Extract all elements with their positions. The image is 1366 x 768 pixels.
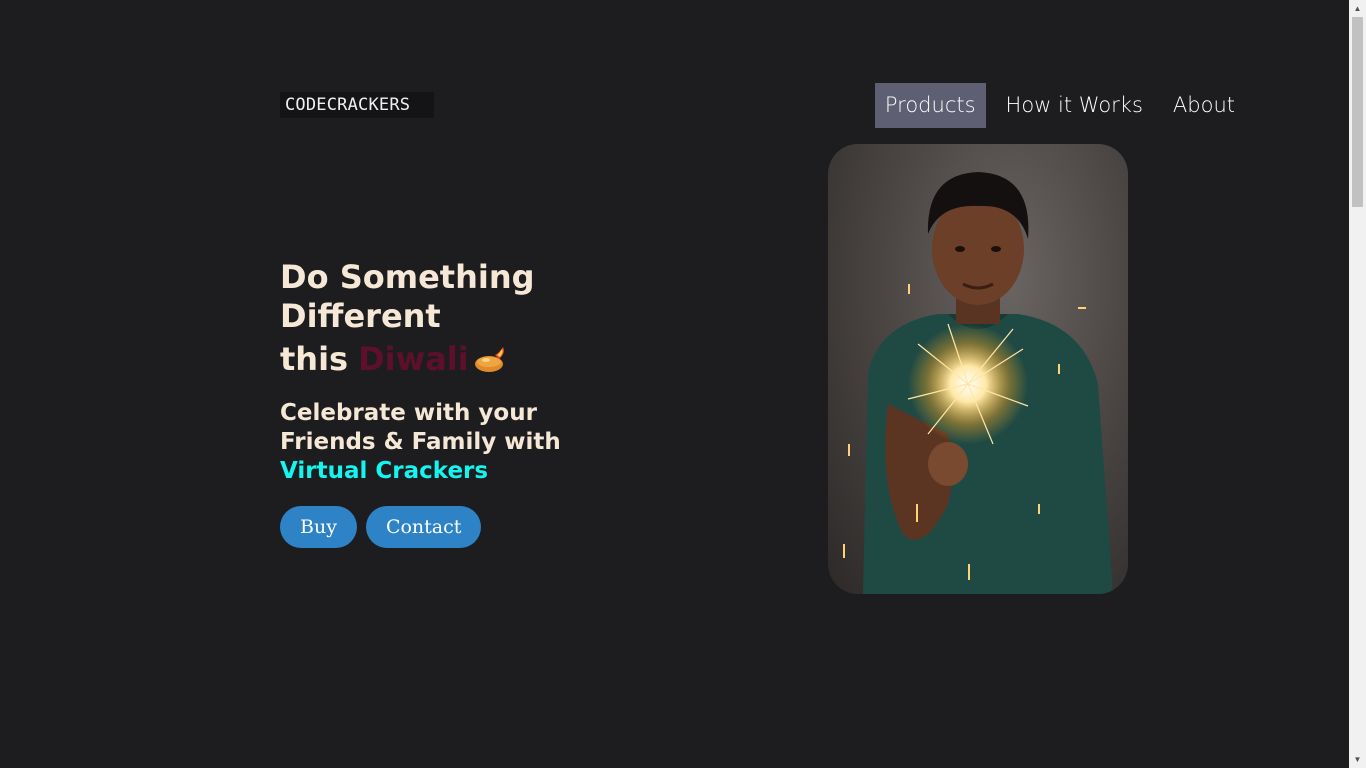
hero-subtitle: Celebrate with your Friends & Family wit…	[280, 399, 580, 486]
contact-button[interactable]: Contact	[365, 506, 482, 548]
subtitle-accent: Virtual Crackers	[280, 458, 489, 484]
subtitle-line2: Friends & Family with	[280, 429, 561, 455]
hero-title-line2: Different	[280, 297, 441, 335]
hero-title: Do Something Different this Diwali	[280, 258, 600, 379]
nav-about[interactable]: About	[1163, 83, 1245, 128]
logo-text: CODECRACKERS	[285, 95, 411, 115]
hero-buttons: Buy Contact	[280, 506, 490, 548]
nav-how-it-works[interactable]: How it Works	[996, 83, 1153, 128]
hero-title-line1: Do Something	[280, 258, 535, 296]
hero-title-line3: this Diwali	[280, 340, 600, 379]
scroll-down-arrow-icon[interactable]: ▼	[1349, 751, 1366, 768]
boy-with-sparkler-image	[843, 172, 1113, 594]
diya-lamp-icon	[473, 345, 507, 375]
subtitle-line1: Celebrate with your	[280, 400, 537, 426]
hero-title-highlight: Diwali	[358, 340, 469, 378]
main-nav: Products How it Works About	[865, 83, 1245, 128]
buy-button[interactable]: Buy	[280, 506, 357, 548]
nav-products[interactable]: Products	[874, 83, 986, 128]
scrollbar-thumb[interactable]	[1352, 17, 1363, 207]
hero-title-prefix: this	[280, 340, 349, 378]
site-logo[interactable]: CODECRACKERS	[280, 92, 434, 118]
scroll-up-arrow-icon[interactable]: ▲	[1349, 0, 1366, 17]
hero-photo	[828, 144, 1128, 594]
page-scrollbar[interactable]: ▲ ▼	[1349, 0, 1366, 768]
